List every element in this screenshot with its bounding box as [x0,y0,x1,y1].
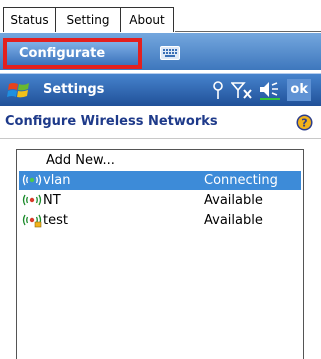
windows-flag-icon[interactable] [7,81,31,101]
ok-button[interactable]: ok [287,79,311,101]
network-row-nt[interactable]: NT Available [19,191,301,210]
network-name: vlan [43,173,71,188]
tab-baseline [175,31,321,32]
antenna-icon[interactable] [211,80,225,100]
wifi-network-icon [22,214,42,228]
network-name: NT [43,193,61,208]
signal-off-icon[interactable] [231,80,253,100]
configure-toolbar: Configurate [0,33,321,70]
page-title: Configure Wireless Networks [5,114,218,129]
status-icons: ok [205,79,311,101]
keyboard-icon[interactable] [160,46,180,60]
network-row-test[interactable]: test Available [19,211,301,230]
add-new-item[interactable]: Add New... [19,151,301,170]
help-icon[interactable]: ? [296,114,313,131]
tab-status[interactable]: Status [3,7,56,32]
network-list[interactable]: Add New... vlan Connecting NT Available [16,149,304,359]
network-status: Available [204,213,263,228]
network-row-vlan[interactable]: vlan Connecting [19,171,301,190]
configure-button[interactable]: Configurate [3,38,142,69]
speaker-icon[interactable] [259,80,281,100]
network-status: Available [204,193,263,208]
wifi-network-icon [22,174,42,186]
tab-setting[interactable]: Setting [55,7,121,32]
svg-text:?: ? [301,117,307,130]
network-name: test [43,213,68,228]
tab-about[interactable]: About [120,7,174,32]
title-bar: Settings ok [0,73,321,107]
page-header: Configure Wireless Networks ? [0,106,321,139]
title-text: Settings [43,82,105,97]
tab-strip: Status Setting About [0,0,321,33]
network-status: Connecting [204,173,278,188]
wifi-network-icon [22,194,42,206]
